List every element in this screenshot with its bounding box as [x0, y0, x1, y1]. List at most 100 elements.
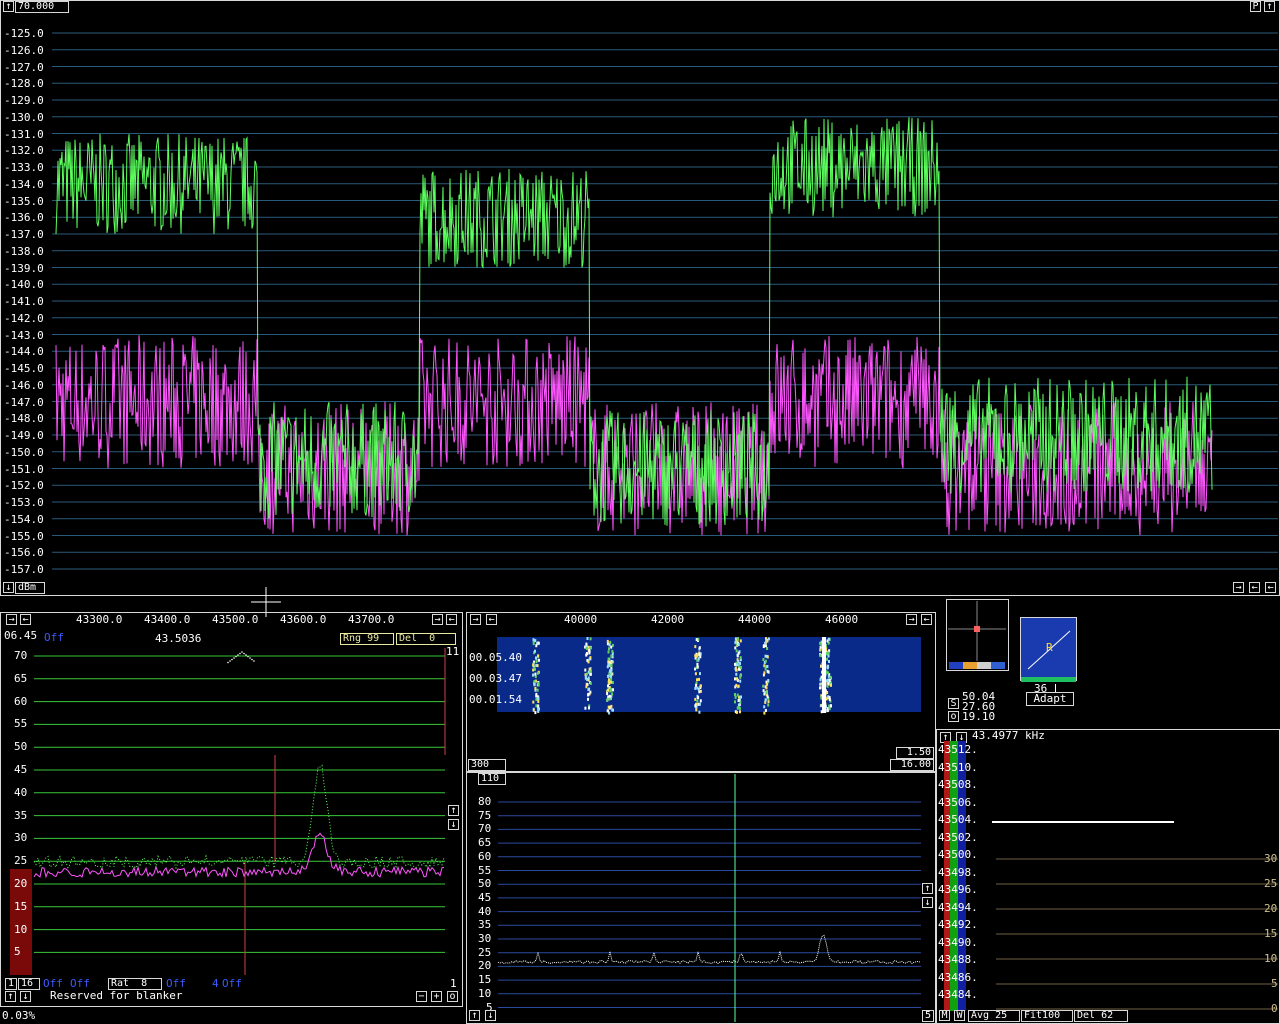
waterfall-pixel [764, 642, 767, 645]
blanker-o-button[interactable]: o [447, 991, 458, 1002]
unit-button[interactable]: dBm [15, 582, 45, 594]
baseband-dot [231, 658, 233, 661]
waterfall-pixel [611, 643, 614, 647]
hires-bottom-num[interactable]: 5 [922, 1010, 934, 1022]
waterfall-pixel [585, 642, 588, 646]
waterfall-pixel [698, 710, 701, 714]
waterfall-pixel [585, 685, 588, 689]
waterfall-pixel [734, 662, 736, 666]
top-y-label: -157.0 [4, 563, 44, 576]
waterfall-pixel [737, 667, 740, 671]
waterfall-time-2: 00.03.47 [469, 672, 522, 685]
waterfall-pixel [589, 672, 592, 676]
mid-freq-right-arrow-2[interactable]: → [906, 614, 917, 625]
baseband-dot [229, 660, 231, 662]
waterfall-pixel [766, 647, 769, 650]
top-y-label: -126.0 [4, 43, 44, 57]
waterfall-carrier [822, 707, 826, 709]
waterfall-pixel [590, 646, 592, 650]
waterfall-pixel [766, 665, 769, 668]
left-arrow-button[interactable]: ← [1249, 582, 1260, 593]
waterfall-val-300[interactable]: 300 [468, 759, 506, 771]
waterfall-val-1600[interactable]: 16.00 [890, 759, 934, 771]
waterfall-carrier [822, 687, 826, 689]
baseband-dot [239, 652, 241, 655]
adapt-button[interactable]: Adapt [1026, 692, 1074, 706]
mid-freq-right-arrow[interactable]: → [470, 614, 481, 625]
waterfall-val-150[interactable]: 1.50 [896, 747, 934, 759]
waterfall-pixel [739, 656, 742, 660]
waterfall-pixel [587, 660, 590, 664]
blanker-plus-button[interactable]: + [431, 991, 442, 1002]
freq-y-label: 43500. [938, 848, 978, 861]
w-button[interactable]: W [954, 1010, 965, 1021]
baseband-y-label: 35 [14, 808, 28, 822]
freq-y-label: 43496. [938, 883, 978, 896]
top-y-label: -149.0 [4, 429, 44, 442]
o-meter-button[interactable]: o [948, 711, 959, 722]
baseband-dot [253, 660, 255, 662]
freq-right-label: 20 [1264, 902, 1278, 915]
waterfall-pixel [610, 654, 613, 658]
waterfall-pixel [829, 675, 832, 679]
waterfall-pixel [534, 711, 537, 715]
mid-freq-left-arrow[interactable]: ← [486, 614, 497, 625]
left-arrow-button-2[interactable]: ← [1265, 582, 1276, 593]
waterfall-carrier [822, 695, 826, 697]
waterfall-pixel [586, 647, 588, 651]
m-button[interactable]: M [939, 1010, 950, 1021]
top-y-label: -151.0 [4, 462, 44, 476]
waterfall-carrier [822, 677, 826, 679]
top-y-label: -140.0 [4, 278, 44, 292]
avg-button[interactable]: Avg 25 [968, 1010, 1020, 1022]
hires-up-button[interactable]: ↑ [922, 883, 933, 894]
waterfall-pixel [606, 698, 609, 702]
freq-y-label: 43486. [938, 970, 978, 984]
baseband-off-5[interactable]: Off [222, 977, 242, 990]
fit-button[interactable]: Fit100 [1021, 1010, 1073, 1022]
waterfall-pixel [535, 644, 538, 648]
waterfall-pixel [734, 646, 737, 650]
del-button[interactable]: Del 62 [1074, 1010, 1128, 1022]
blanker-minus-button[interactable]: − [416, 991, 427, 1002]
waterfall-pixel [736, 693, 739, 697]
waterfall-carrier [822, 697, 826, 699]
blanker-down-button[interactable]: ↓ [20, 991, 31, 1002]
baseband-val-1[interactable]: 1 [5, 978, 17, 990]
waterfall-pixel [589, 690, 592, 694]
waterfall-pixel [607, 663, 610, 667]
baseband-val-16[interactable]: 16 [18, 978, 40, 990]
blanker-up-button[interactable]: ↑ [5, 991, 16, 1002]
hires-y-label: 15 [478, 973, 492, 987]
hires-y-label: 60 [478, 849, 492, 863]
waterfall-pixel [734, 640, 737, 644]
baseband-up-button[interactable]: ↑ [448, 805, 459, 816]
waterfall-pixel [538, 658, 540, 662]
waterfall-pixel [739, 695, 741, 699]
waterfall-carrier [822, 691, 826, 693]
freq-right-label: 10 [1264, 952, 1278, 965]
waterfall-carrier [822, 643, 826, 645]
waterfall-pixel [739, 639, 742, 643]
down-arrow-button[interactable]: ↓ [3, 582, 14, 593]
waterfall-pixel [608, 694, 611, 698]
mid-freq-left-arrow-2[interactable]: ← [921, 614, 932, 625]
waterfall-pixel [763, 671, 766, 675]
waterfall-carrier [822, 703, 826, 705]
hires-down-button[interactable]: ↓ [922, 897, 933, 908]
waterfall-pixel [584, 668, 587, 672]
waterfall-pixel [828, 660, 830, 663]
waterfall-bg [497, 637, 921, 712]
waterfall-pixel [532, 663, 535, 667]
waterfall-pixel [694, 667, 697, 671]
baseband-y-label: 40 [14, 785, 28, 799]
s-meter-button[interactable]: S [948, 698, 959, 709]
waterfall-pixel [764, 709, 767, 712]
hires-bottom-up-button[interactable]: ↑ [469, 1010, 480, 1021]
right-arrow-button[interactable]: → [1233, 582, 1244, 593]
baseband-down-button[interactable]: ↓ [448, 819, 459, 830]
waterfall-pixel [587, 692, 590, 696]
waterfall-carrier [822, 681, 826, 683]
hires-bottom-down-button[interactable]: ↓ [485, 1010, 496, 1021]
r-meter-bar [1021, 677, 1076, 682]
